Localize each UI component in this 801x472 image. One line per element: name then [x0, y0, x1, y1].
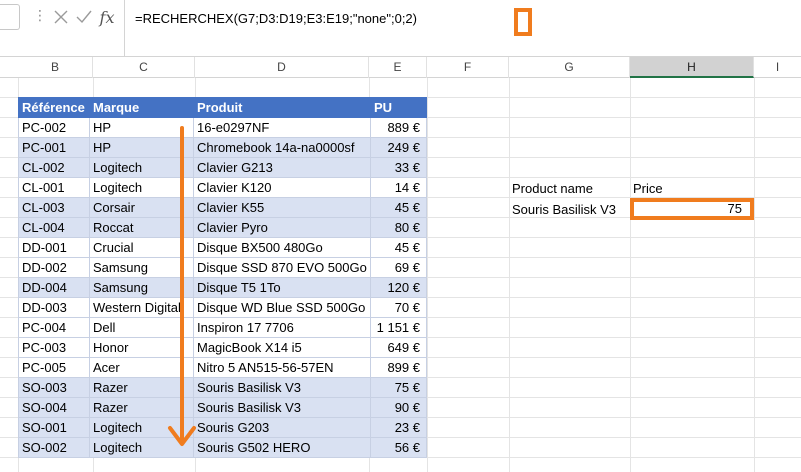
cell-unit-price[interactable]: 889 €: [370, 117, 427, 138]
table-row: PC-004 Dell Inspiron 17 7706 1 151 €: [18, 317, 427, 338]
lookup-product-cell[interactable]: Souris Basilisk V3: [512, 200, 616, 220]
table-row: SO-001 Logitech Souris G203 23 €: [18, 417, 427, 438]
cell-product[interactable]: 16-e0297NF: [193, 117, 371, 138]
formula-input[interactable]: =RECHERCHEX(G7;D3:D19;E3:E19;"none";0;2): [124, 0, 801, 57]
table-row: PC-002 HP 16-e0297NF 889 €: [18, 117, 427, 138]
column-header-i[interactable]: I: [754, 57, 801, 78]
cell-reference[interactable]: SO-002: [18, 437, 90, 458]
cell-reference[interactable]: PC-004: [18, 317, 90, 338]
formula-bar: ⋮ fx =RECHERCHEX(G7;D3:D19;E3:E19;"none"…: [0, 0, 801, 57]
cell-product[interactable]: Inspiron 17 7706: [193, 317, 371, 338]
header-brand[interactable]: Marque: [89, 97, 194, 118]
cell-product[interactable]: Souris Basilisk V3: [193, 377, 371, 398]
cell-product[interactable]: Chromebook 14a-na0000sf: [193, 137, 371, 158]
column-header-e[interactable]: E: [369, 57, 427, 78]
product-name-label[interactable]: Product name: [512, 179, 593, 199]
cell-product[interactable]: Clavier G213: [193, 157, 371, 178]
cell-reference[interactable]: PC-005: [18, 357, 90, 378]
cell-product[interactable]: Disque WD Blue SSD 500Go: [193, 297, 371, 318]
cell-product[interactable]: Nitro 5 AN515-56-57EN: [193, 357, 371, 378]
cell-reference[interactable]: DD-001: [18, 237, 90, 258]
column-header-b[interactable]: B: [18, 57, 93, 78]
cell-product[interactable]: Disque BX500 480Go: [193, 237, 371, 258]
cell-reference[interactable]: SO-001: [18, 417, 90, 438]
table-row: DD-003 Western Digital Disque WD Blue SSD …: [18, 297, 427, 318]
table-row: SO-004 Razer Souris Basilisk V3 90 €: [18, 397, 427, 418]
product-table: Référence Marque Produit PU PC-002 HP 16-e…: [18, 97, 427, 458]
cell-product[interactable]: Souris G502 HERO: [193, 437, 371, 458]
search-direction-arrow: [168, 126, 196, 446]
cell-unit-price[interactable]: 33 €: [370, 157, 427, 178]
table-row: DD-001 Crucial Disque BX500 480Go 45 €: [18, 237, 427, 258]
cell-reference[interactable]: SO-003: [18, 377, 90, 398]
check-icon[interactable]: [73, 6, 95, 28]
cell-product[interactable]: Clavier K120: [193, 177, 371, 198]
result-price-value: 75: [727, 201, 742, 216]
cell-unit-price[interactable]: 120 €: [370, 277, 427, 298]
cell-reference[interactable]: CL-001: [18, 177, 90, 198]
result-price-cell[interactable]: 75: [630, 198, 754, 220]
cell-reference[interactable]: PC-002: [18, 117, 90, 138]
cell-product[interactable]: Disque SSD 870 EVO 500Go: [193, 257, 371, 278]
table-row: SO-002 Logitech Souris G502 HERO 56 €: [18, 437, 427, 458]
column-header-d[interactable]: D: [195, 57, 369, 78]
cell-unit-price[interactable]: 23 €: [370, 417, 427, 438]
cell-unit-price[interactable]: 69 €: [370, 257, 427, 278]
table-row: CL-001 Logitech Clavier K120 14 €: [18, 177, 427, 198]
table-row: PC-003 Honor MagicBook X14 i5 649 €: [18, 337, 427, 358]
header-product[interactable]: Produit: [193, 97, 371, 118]
cell-reference[interactable]: CL-002: [18, 157, 90, 178]
cell-reference[interactable]: PC-003: [18, 337, 90, 358]
cell-unit-price[interactable]: 80 €: [370, 217, 427, 238]
cell-unit-price[interactable]: 45 €: [370, 197, 427, 218]
header-reference[interactable]: Référence: [18, 97, 90, 118]
table-header-row: Référence Marque Produit PU: [18, 97, 427, 118]
cell-unit-price[interactable]: 75 €: [370, 377, 427, 398]
table-row: CL-002 Logitech Clavier G213 33 €: [18, 157, 427, 178]
more-options-icon[interactable]: ⋮: [33, 8, 47, 22]
cell-unit-price[interactable]: 14 €: [370, 177, 427, 198]
insert-function-icon[interactable]: fx: [96, 6, 118, 28]
cell-unit-price[interactable]: 249 €: [370, 137, 427, 158]
formula-text: =RECHERCHEX(G7;D3:D19;E3:E19;"none";0;2): [135, 11, 417, 26]
cell-reference[interactable]: DD-004: [18, 277, 90, 298]
header-unit-price[interactable]: PU: [370, 97, 427, 118]
table-row: CL-003 Corsair Clavier K55 45 €: [18, 197, 427, 218]
cell-unit-price[interactable]: 56 €: [370, 437, 427, 458]
cell-reference[interactable]: PC-001: [18, 137, 90, 158]
cell-unit-price[interactable]: 899 €: [370, 357, 427, 378]
column-header-h[interactable]: H: [630, 57, 754, 78]
cell-product[interactable]: MagicBook X14 i5: [193, 337, 371, 358]
cell-unit-price[interactable]: 90 €: [370, 397, 427, 418]
cell-unit-price[interactable]: 70 €: [370, 297, 427, 318]
column-header-c[interactable]: C: [93, 57, 195, 78]
cell-unit-price[interactable]: 1 151 €: [370, 317, 427, 338]
column-headers: B C D E F G H I: [0, 57, 801, 78]
cell-product[interactable]: Souris G203: [193, 417, 371, 438]
close-icon[interactable]: [50, 6, 72, 28]
table-row: SO-003 Razer Souris Basilisk V3 75 €: [18, 377, 427, 398]
cell-reference[interactable]: CL-003: [18, 197, 90, 218]
cell-product[interactable]: Clavier Pyro: [193, 217, 371, 238]
cell-product[interactable]: Disque T5 1To: [193, 277, 371, 298]
column-header-f[interactable]: F: [427, 57, 509, 78]
table-row: PC-001 HP Chromebook 14a-na0000sf 249 €: [18, 137, 427, 158]
cell-reference[interactable]: CL-004: [18, 217, 90, 238]
table-row: PC-005 Acer Nitro 5 AN515-56-57EN 899 €: [18, 357, 427, 378]
price-label[interactable]: Price: [633, 179, 663, 199]
cell-reference[interactable]: SO-004: [18, 397, 90, 418]
cell-reference[interactable]: DD-003: [18, 297, 90, 318]
table-row: CL-004 Roccat Clavier Pyro 80 €: [18, 217, 427, 238]
name-box[interactable]: [0, 4, 20, 30]
formula-argument-highlight: [514, 8, 532, 36]
table-row: DD-002 Samsung Disque SSD 870 EVO 500Go 69 …: [18, 257, 427, 278]
column-header-g[interactable]: G: [509, 57, 630, 78]
cell-reference[interactable]: DD-002: [18, 257, 90, 278]
cell-product[interactable]: Clavier K55: [193, 197, 371, 218]
cell-product[interactable]: Souris Basilisk V3: [193, 397, 371, 418]
table-row: DD-004 Samsung Disque T5 1To 120 €: [18, 277, 427, 298]
cell-unit-price[interactable]: 649 €: [370, 337, 427, 358]
cell-unit-price[interactable]: 45 €: [370, 237, 427, 258]
